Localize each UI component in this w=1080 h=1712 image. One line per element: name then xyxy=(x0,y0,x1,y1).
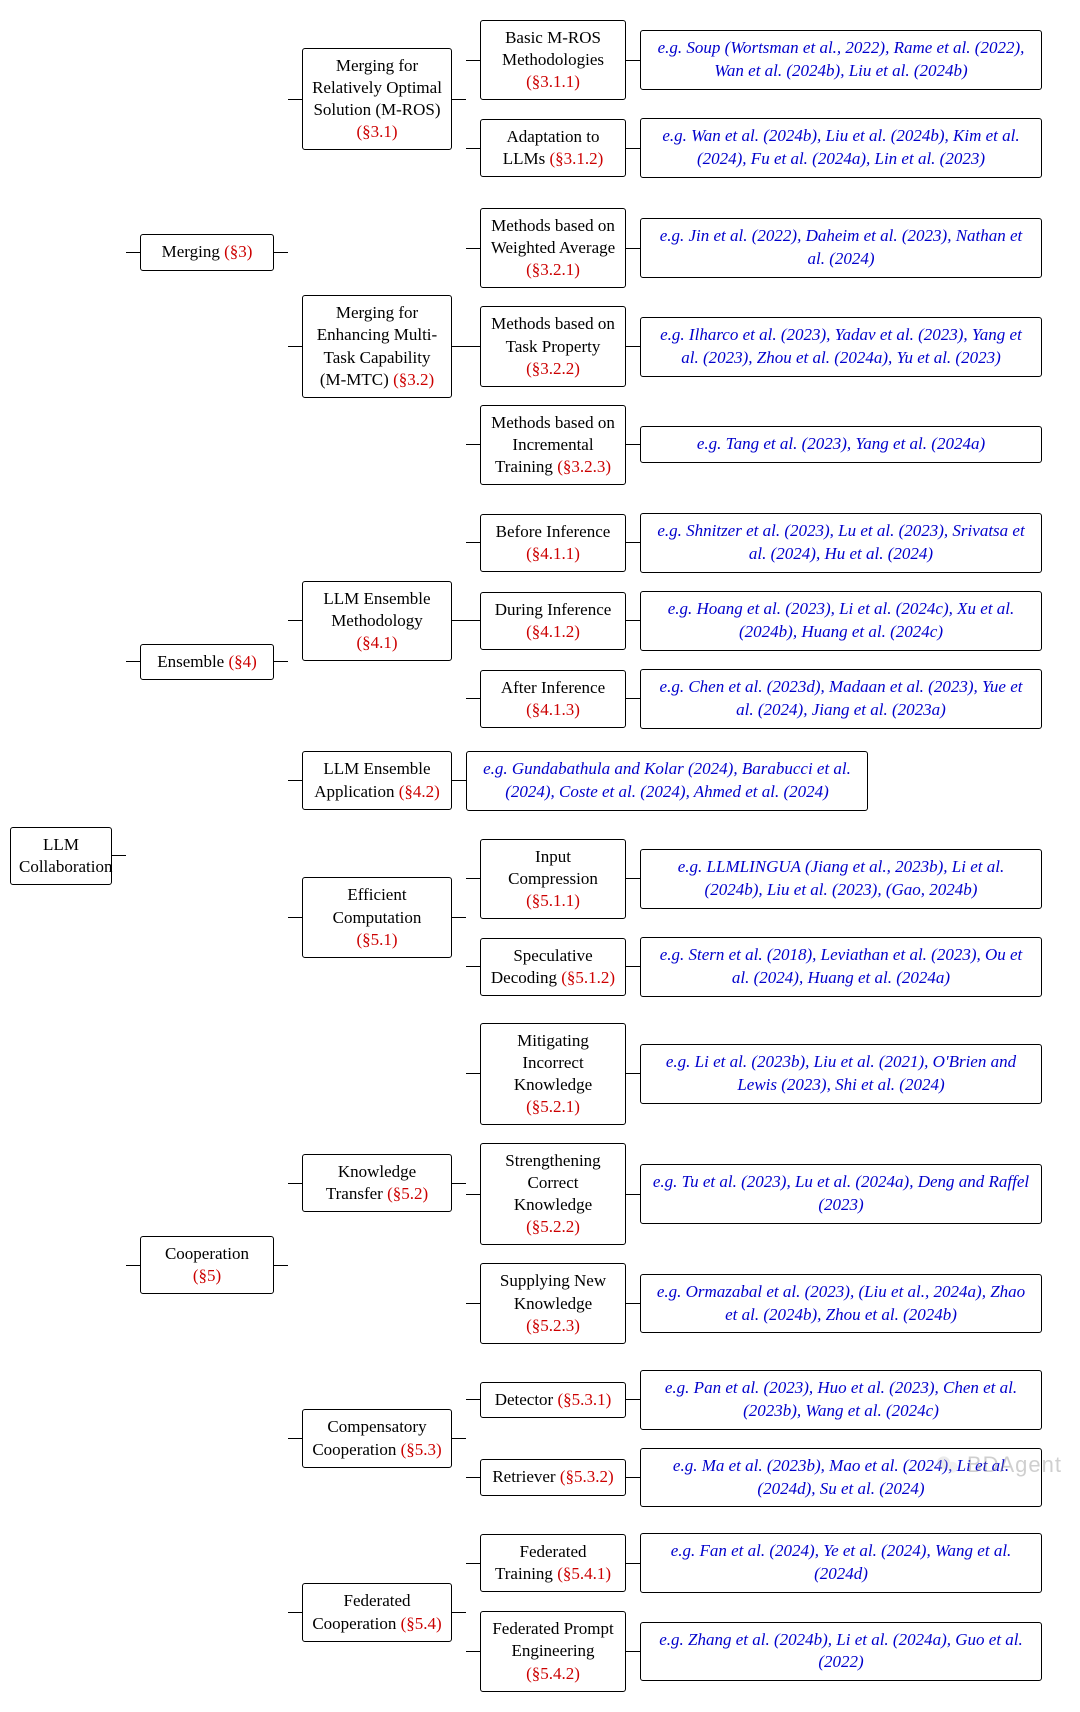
node-ensemble-after: After Inference (§4.1.3) xyxy=(480,670,626,728)
node-kt-supply: Supplying New Knowledge (§5.2.3) xyxy=(480,1263,626,1343)
node-ensemble-before: Before Inference (§4.1.1) xyxy=(480,514,626,572)
leaf-mros-adapt: e.g. Wan et al. (2024b), Liu et al. (202… xyxy=(640,118,1042,178)
leaf-speculative: e.g. Stern et al. (2018), Leviathan et a… xyxy=(640,937,1042,997)
node-mmtc-weighted: Methods based on Weighted Average (§3.2.… xyxy=(480,208,626,288)
root-text: LLM Collaboration xyxy=(19,835,112,876)
node-merging: Merging (§3) xyxy=(140,234,274,270)
leaf-kt-strengthen: e.g. Tu et al. (2023), Lu et al. (2024a)… xyxy=(640,1164,1042,1224)
node-input-compression: Input Compression (§5.1.1) xyxy=(480,839,626,919)
leaf-ensemble-before: e.g. Shnitzer et al. (2023), Lu et al. (… xyxy=(640,513,1042,573)
node-fed-train: Federated Training (§5.4.1) xyxy=(480,1534,626,1592)
node-detector: Detector (§5.3.1) xyxy=(480,1382,626,1418)
node-ensemble-app: LLM Ensemble Application (§4.2) xyxy=(302,751,452,809)
node-federated: Federated Cooperation (§5.4) xyxy=(302,1583,452,1641)
leaf-fed-prompt: e.g. Zhang et al. (2024b), Li et al. (20… xyxy=(640,1622,1042,1682)
node-ensemble-method: LLM Ensemble Methodology (§4.1) xyxy=(302,581,452,661)
node-ensemble: Ensemble (§4) xyxy=(140,644,274,680)
node-knowledge-transfer: Knowledge Transfer (§5.2) xyxy=(302,1154,452,1212)
leaf-mmtc-weighted: e.g. Jin et al. (2022), Daheim et al. (2… xyxy=(640,218,1042,278)
node-efficient: Efficient Computation (§5.1) xyxy=(302,877,452,957)
leaf-fed-train: e.g. Fan et al. (2024), Ye et al. (2024)… xyxy=(640,1533,1042,1593)
node-kt-strengthen: Strengthening Correct Knowledge (§5.2.2) xyxy=(480,1143,626,1245)
leaf-ensemble-after: e.g. Chen et al. (2023d), Madaan et al. … xyxy=(640,669,1042,729)
node-mros-adapt: Adaptation to LLMs (§3.1.2) xyxy=(480,119,626,177)
node-compensatory: Compensatory Cooperation (§5.3) xyxy=(302,1409,452,1467)
leaf-input-compression: e.g. LLMLINGUA (Jiang et al., 2023b), Li… xyxy=(640,849,1042,909)
leaf-ensemble-during: e.g. Hoang et al. (2023), Li et al. (202… xyxy=(640,591,1042,651)
leaf-detector: e.g. Pan et al. (2023), Huo et al. (2023… xyxy=(640,1370,1042,1430)
node-retriever: Retriever (§5.3.2) xyxy=(480,1459,626,1495)
leaf-kt-mitigate: e.g. Li et al. (2023b), Liu et al. (2021… xyxy=(640,1044,1042,1104)
node-mros: Merging for Relatively Optimal Solution … xyxy=(302,48,452,150)
node-mmtc: Merging for Enhancing Multi-Task Capabil… xyxy=(302,295,452,397)
leaf-kt-supply: e.g. Ormazabal et al. (2023), (Liu et al… xyxy=(640,1274,1042,1334)
node-kt-mitigate: Mitigating Incorrect Knowledge (§5.2.1) xyxy=(480,1023,626,1125)
node-mros-basic: Basic M-ROS Methodologies (§3.1.1) xyxy=(480,20,626,100)
wechat-icon xyxy=(935,1452,961,1478)
taxonomy-tree: LLM Collaboration Merging (§3) Merging f… xyxy=(10,20,1070,1692)
node-ensemble-during: During Inference (§4.1.2) xyxy=(480,592,626,650)
leaf-mros-basic: e.g. Soup (Wortsman et al., 2022), Rame … xyxy=(640,30,1042,90)
leaf-mmtc-task: e.g. Ilharco et al. (2023), Yadav et al.… xyxy=(640,317,1042,377)
node-cooperation: Cooperation (§5) xyxy=(140,1236,274,1294)
watermark: BDAgent xyxy=(935,1452,1062,1478)
node-fed-prompt: Federated Prompt Engineering (§5.4.2) xyxy=(480,1611,626,1691)
leaf-mmtc-incremental: e.g. Tang et al. (2023), Yang et al. (20… xyxy=(640,426,1042,463)
node-speculative: Speculative Decoding (§5.1.2) xyxy=(480,938,626,996)
node-mmtc-incremental: Methods based on Incremental Training (§… xyxy=(480,405,626,485)
root-node: LLM Collaboration xyxy=(10,827,112,885)
node-mmtc-task: Methods based on Task Property (§3.2.2) xyxy=(480,306,626,386)
leaf-ensemble-app: e.g. Gundabathula and Kolar (2024), Bara… xyxy=(466,751,868,811)
